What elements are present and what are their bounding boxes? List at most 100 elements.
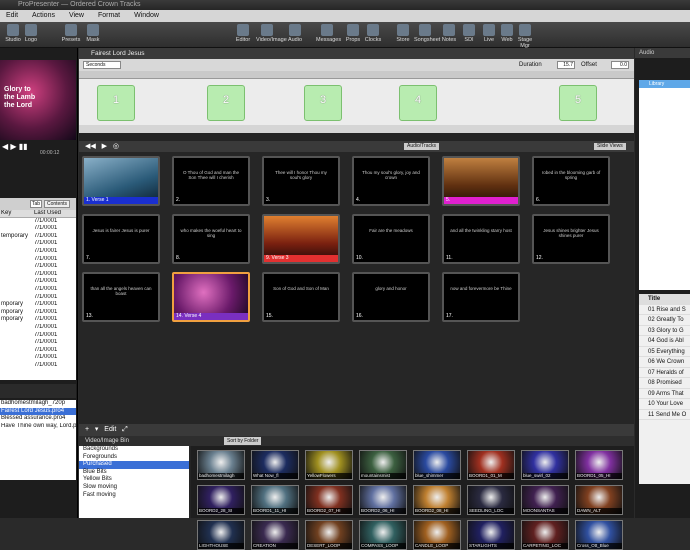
toolbar-logo-button[interactable]: Logo	[20, 24, 42, 46]
duration-field[interactable]: 15.7	[557, 61, 575, 69]
media-thumbnail[interactable]: badhomestmilagh	[197, 450, 245, 480]
audio-song-item[interactable]: 05 Everything	[639, 347, 690, 357]
table-row[interactable]: 7/1/0001	[0, 271, 76, 279]
media-thumbnail[interactable]: YellowFlowers	[305, 450, 353, 480]
toolbar-editor-button[interactable]: Editor	[232, 24, 254, 46]
media-folder[interactable]: Yellow Bits	[79, 476, 189, 484]
playlist-item[interactable]: Have Thine own way, Lord.p	[0, 423, 76, 431]
slide-thumbnail[interactable]: and all the twinkling starry host 11.	[442, 214, 520, 264]
offset-field[interactable]: 0.0	[611, 61, 629, 69]
table-row[interactable]: 7/1/0001	[0, 256, 76, 264]
table-row[interactable]: 7/1/0001	[0, 339, 76, 347]
table-row[interactable]: 7/1/0001	[0, 362, 76, 370]
table-row[interactable]: 7/1/0001	[0, 278, 76, 286]
timeline-track[interactable]: 1 2 3 4 5	[79, 79, 634, 125]
timeline-cue[interactable]: 3	[304, 85, 342, 121]
table-row[interactable]: 7/1/0001	[0, 324, 76, 332]
media-thumbnail[interactable]: BOORD2_06_HI	[359, 485, 407, 515]
audio-song-item[interactable]: 11 Send Me O	[639, 410, 690, 420]
playlist-item[interactable]: Blessed assurance.pro4	[0, 415, 76, 423]
media-thumbnail[interactable]: BOORD2_07_HI	[305, 485, 353, 515]
media-thumbnail[interactable]: blue_swirl_02	[521, 450, 569, 480]
table-row[interactable]: mporary 7/1/0001	[0, 316, 76, 324]
media-folder[interactable]: Purchased	[79, 461, 189, 469]
slide-thumbnail[interactable]: glory and honor 16.	[352, 272, 430, 322]
library-item[interactable]: Library	[639, 80, 690, 88]
table-row[interactable]: 7/1/0001	[0, 286, 76, 294]
timeline-cue[interactable]: 5	[559, 85, 597, 121]
slide-thumbnail[interactable]: Thou my soul's glory, joy and crown 4.	[352, 156, 430, 206]
media-thumbnail[interactable]: BOORD2_08_HI	[413, 485, 461, 515]
media-thumbnail[interactable]: mountainsmist	[359, 450, 407, 480]
media-thumbnail[interactable]: STARLIGHTS	[467, 520, 515, 550]
media-thumbnail[interactable]: CARPETING_LOC	[521, 520, 569, 550]
table-row[interactable]: 7/1/0001	[0, 225, 76, 233]
audio-song-item[interactable]: 08 Promised	[639, 378, 690, 389]
media-folder[interactable]: Blue Bits	[79, 469, 189, 477]
table-row[interactable]: mporary 7/1/0001	[0, 309, 76, 317]
playlist-item[interactable]: Fairest Lord Jesus.pro4	[0, 407, 76, 415]
media-folder[interactable]: Fast moving	[79, 492, 189, 500]
media-thumbnail[interactable]: BOORD1_01_M	[467, 450, 515, 480]
media-thumbnail[interactable]: SEEDLING_LOC	[467, 485, 515, 515]
media-thumbnail[interactable]: BOORD2_28_SI	[197, 485, 245, 515]
media-thumbnail[interactable]: DAWN_ALT	[575, 485, 623, 515]
toolbar-clocks-button[interactable]: Clocks	[362, 24, 384, 46]
media-thumbnail[interactable]: CANDLE_LOOP	[413, 520, 461, 550]
media-thumbnail[interactable]: DESERT_LOOP	[305, 520, 353, 550]
table-row[interactable]: temporary 7/1/0001	[0, 233, 76, 241]
slide-thumbnail[interactable]: 14. Verse 4	[172, 272, 250, 322]
menu-edit[interactable]: Edit	[6, 12, 18, 19]
add-slide-icon[interactable]: + ▾ Edit ⤢	[85, 425, 128, 434]
slide-thumbnail[interactable]: Thee will I honor Thou my soul's glory 3.	[262, 156, 340, 206]
slide-thumbnail[interactable]: Son of God and Son of Man 15.	[262, 272, 340, 322]
slide-thumbnail[interactable]: robed in the blooming garb of spring 6.	[532, 156, 610, 206]
toolbar-sdi-button[interactable]: SDI	[458, 24, 480, 46]
timeline-cue[interactable]: 1	[97, 85, 135, 121]
table-row[interactable]: 7/1/0001	[0, 332, 76, 340]
audio-song-item[interactable]: 04 God is Abl	[639, 336, 690, 347]
audio-song-item[interactable]: 03 Glory to G	[639, 326, 690, 336]
slide-thumbnail[interactable]: than all the angels heaven can boast 13.	[82, 272, 160, 322]
skip-back-icon[interactable]: ◀◀ ▶ ◎	[85, 142, 119, 150]
table-row[interactable]: 7/1/0001	[0, 294, 76, 302]
slide-preview[interactable]: Glory to the Lamb the Lord	[0, 60, 76, 140]
toolbar-stage-mgr-button[interactable]: Stage Mgr	[514, 24, 536, 49]
toolbar-messages-button[interactable]: Messages	[316, 24, 341, 46]
table-row[interactable]: 7/1/0001	[0, 263, 76, 271]
timeline-scrollbar[interactable]	[79, 125, 634, 133]
media-thumbnail[interactable]: Cross_Ott_Blue	[575, 520, 623, 550]
media-thumbnail[interactable]: BOORD1_11_HI	[251, 485, 299, 515]
slide-thumbnail[interactable]: 9. Verse 3	[262, 214, 340, 264]
media-folder[interactable]: Foregrounds	[79, 454, 189, 462]
timeline-cue[interactable]: 2	[207, 85, 245, 121]
contents-button[interactable]: Contents	[44, 200, 71, 208]
media-thumbnail[interactable]: LIGHTHOUSE	[197, 520, 245, 550]
audio-tracks-select[interactable]: Audio/Tracks	[404, 143, 439, 150]
media-thumbnail[interactable]: CREATION	[251, 520, 299, 550]
timeline-cue[interactable]: 4	[399, 85, 437, 121]
slide-thumbnail[interactable]: Jesus is fairer Jesus is purer 7.	[82, 214, 160, 264]
sort-select[interactable]: Sort by Folder	[224, 437, 262, 445]
slide-thumbnail[interactable]: Fair are the meadows 10.	[352, 214, 430, 264]
audio-song-item[interactable]: 02 Greatly To	[639, 315, 690, 326]
toolbar-audio-button[interactable]: Audio	[284, 24, 306, 46]
toolbar-store-button[interactable]: Store	[392, 24, 414, 46]
menu-format[interactable]: Format	[98, 12, 120, 19]
toolbar-notes-button[interactable]: Notes	[438, 24, 460, 46]
slide-thumbnail[interactable]: 5.	[442, 156, 520, 206]
table-row[interactable]: 7/1/0001	[0, 347, 76, 355]
menu-actions[interactable]: Actions	[32, 12, 55, 19]
table-row[interactable]: mporary 7/1/0001	[0, 301, 76, 309]
media-thumbnail[interactable]: COMPASS_LOOP	[359, 520, 407, 550]
toolbar-presets-button[interactable]: Presets	[60, 24, 82, 46]
library-search[interactable]: Tab	[30, 200, 42, 208]
media-folder[interactable]: Slow moving	[79, 484, 189, 492]
audio-song-item[interactable]: 10 Your Love	[639, 399, 690, 410]
slide-views-select[interactable]: Slide Views	[594, 143, 626, 150]
slide-thumbnail[interactable]: who makes the woeful heart to sing 8.	[172, 214, 250, 264]
table-row[interactable]: 7/1/0001	[0, 218, 76, 226]
media-thumbnail[interactable]: blue_shimmer	[413, 450, 461, 480]
media-folder[interactable]: Backgrounds	[79, 446, 189, 454]
media-thumbnail[interactable]: MOONSANTAS	[521, 485, 569, 515]
